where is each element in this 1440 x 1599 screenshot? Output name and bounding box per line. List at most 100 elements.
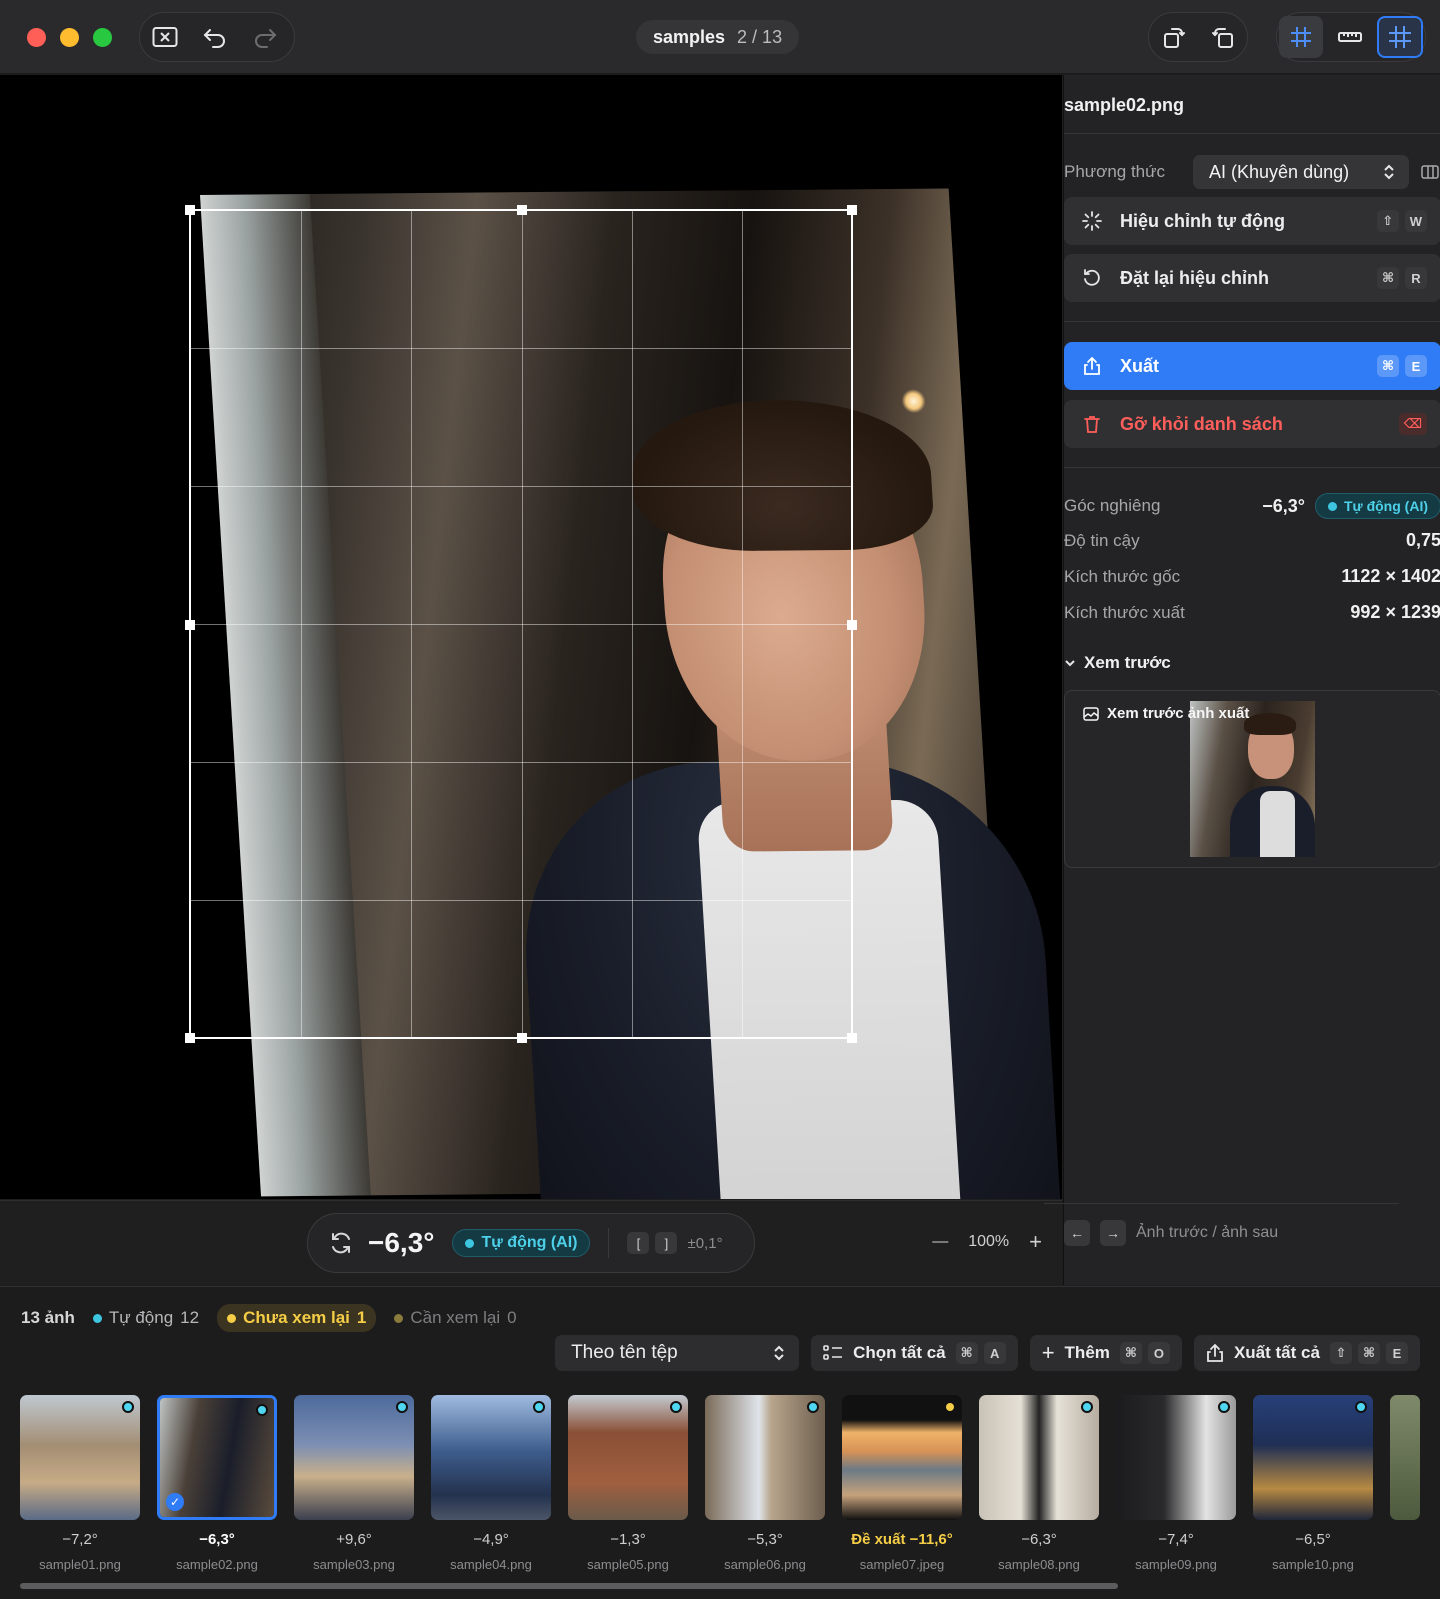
filmstrip-scrollbar[interactable] xyxy=(20,1583,1118,1589)
thumbnail-8[interactable] xyxy=(979,1395,1099,1520)
method-select[interactable]: AI (Khuyên dùng) xyxy=(1193,155,1410,189)
thumbnail-11[interactable] xyxy=(1390,1395,1420,1520)
crop-handle-bottom[interactable] xyxy=(517,1033,527,1043)
inspector-panel: sample02.png Phương thức AI (Khuyên dùng… xyxy=(1044,75,1440,1285)
plus-icon: + xyxy=(1041,1340,1055,1365)
select-all-button[interactable]: Chọn tất cả ⌘ A xyxy=(811,1335,1018,1371)
zoom-control: — 100% + xyxy=(932,1229,1042,1255)
sort-select[interactable]: Theo tên tệp xyxy=(555,1335,800,1371)
ruler-button[interactable] xyxy=(1323,12,1377,62)
panel-columns-icon[interactable] xyxy=(1421,163,1439,181)
refresh-icon xyxy=(332,1232,350,1254)
thumbnail-9[interactable] xyxy=(1116,1395,1236,1520)
thumbnail-2[interactable]: ✓ xyxy=(157,1395,277,1520)
redo-icon xyxy=(255,29,277,48)
output-size-value: 992 × 1239 xyxy=(1350,602,1440,622)
crop-grid-icon xyxy=(1291,27,1311,47)
image-total: 13 ảnh xyxy=(21,1308,75,1327)
filmstrip-panel: 13 ảnh Tự động 12 Chưa xem lại 1 Cần xem l… xyxy=(0,1286,1440,1599)
unreviewed-filter[interactable]: Chưa xem lại 1 xyxy=(217,1304,377,1332)
crop-handle-bottom-left[interactable] xyxy=(185,1033,195,1043)
zoom-out-button[interactable]: — xyxy=(932,1233,948,1251)
tilt-row: Góc nghiêng −6,3° Tự động (AI) xyxy=(1064,493,1440,519)
crop-handle-right[interactable] xyxy=(847,620,857,630)
export-button[interactable]: Xuất ⌘ E xyxy=(1064,342,1440,390)
crop-handle-top-right[interactable] xyxy=(847,205,857,215)
checkmark-icon: ✓ xyxy=(166,1493,184,1511)
thumbnail-strip[interactable]: −7,2° sample01.png ✓ −6,3° sample02.png … xyxy=(20,1395,1440,1575)
thumbnail-angle: −1,3° xyxy=(610,1531,646,1548)
undo-button[interactable] xyxy=(190,12,240,62)
reset-correction-button[interactable]: Đặt lại hiệu chỉnh ⌘ R xyxy=(1064,254,1440,302)
thumbnail-10[interactable] xyxy=(1253,1395,1373,1520)
needs-review-filter[interactable]: Cần xem lại 0 xyxy=(394,1308,517,1328)
status-dot xyxy=(670,1401,682,1413)
thumbnail-5[interactable] xyxy=(568,1395,688,1520)
thumbnail-name: sample08.png xyxy=(998,1557,1080,1572)
status-dot xyxy=(396,1401,408,1413)
add-images-button[interactable]: + Thêm ⌘ O xyxy=(1029,1335,1182,1371)
image-counter: 2 / 13 xyxy=(737,26,783,47)
arrow-right-icon[interactable]: → xyxy=(1100,1220,1126,1246)
crop-frame[interactable] xyxy=(185,205,857,1043)
redo-button[interactable] xyxy=(240,12,290,62)
thumbnail-3[interactable] xyxy=(294,1395,414,1520)
arrow-left-icon[interactable]: ← xyxy=(1064,1220,1090,1246)
minimize-window-button[interactable] xyxy=(60,28,79,47)
confidence-value: 0,75 xyxy=(1405,530,1440,550)
thumbnail-name: sample09.png xyxy=(1135,1557,1217,1572)
crop-handle-bottom-right[interactable] xyxy=(847,1033,857,1043)
thumbnail-6[interactable] xyxy=(705,1395,825,1520)
rotate-right-button[interactable] xyxy=(1198,12,1247,62)
crop-handle-top[interactable] xyxy=(517,205,527,215)
rotate-toolbar xyxy=(1148,12,1248,62)
status-dot xyxy=(1081,1401,1093,1413)
status-dot xyxy=(122,1401,134,1413)
close-window-button[interactable] xyxy=(27,28,46,47)
delete-key-icon: ⌫ xyxy=(1398,413,1427,435)
original-size-value: 1122 × 1402 xyxy=(1341,566,1440,586)
angle-control: −6,3° Tự động (AI) [ ] ±0,1° xyxy=(307,1213,755,1273)
status-dot xyxy=(1218,1401,1230,1413)
undo-icon xyxy=(203,29,225,48)
thumbnail-angle: −5,3° xyxy=(747,1531,783,1548)
crop-handle-left[interactable] xyxy=(185,620,195,630)
angle-value[interactable]: −6,3° xyxy=(368,1227,434,1259)
sparkle-icon xyxy=(1080,209,1104,233)
method-row: Phương thức AI (Khuyên dùng) xyxy=(1064,155,1440,189)
rotate-left-button[interactable] xyxy=(1149,12,1198,62)
thumbnail-4[interactable] xyxy=(431,1395,551,1520)
crop-grid-button[interactable] xyxy=(1279,16,1323,58)
zoom-window-button[interactable] xyxy=(93,28,112,47)
nudge-left-key[interactable]: [ xyxy=(627,1232,650,1254)
close-file-button[interactable] xyxy=(140,12,190,62)
thumbnail-7[interactable] xyxy=(842,1395,962,1520)
status-dot xyxy=(807,1401,819,1413)
image-canvas[interactable] xyxy=(0,75,1062,1199)
zoom-in-button[interactable]: + xyxy=(1029,1229,1042,1255)
auto-filter[interactable]: Tự động 12 xyxy=(92,1308,199,1328)
remove-from-list-button[interactable]: Gỡ khỏi danh sách ⌫ xyxy=(1064,400,1440,448)
grid-overlay-button[interactable] xyxy=(1377,16,1423,58)
thumbnail-1[interactable] xyxy=(20,1395,140,1520)
export-all-button[interactable]: Xuất tất cả ⇧ ⌘ E xyxy=(1193,1335,1420,1371)
view-mode-toolbar xyxy=(1276,12,1426,62)
reset-angle-button[interactable] xyxy=(328,1230,354,1256)
original-size-row: Kích thước gốc 1122 × 1402 xyxy=(1064,566,1440,586)
auto-correct-button[interactable]: Hiệu chỉnh tự động ⇧ W xyxy=(1064,197,1440,245)
tilt-mode-badge: Tự động (AI) xyxy=(1315,493,1440,519)
thumbnail-name: sample02.png xyxy=(176,1557,258,1572)
preview-section-toggle[interactable]: Xem trước xyxy=(1064,653,1171,673)
thumbnail-name: sample03.png xyxy=(313,1557,395,1572)
status-dot xyxy=(533,1401,545,1413)
chevron-updown-icon xyxy=(774,1345,784,1361)
title-bar: samples 2 / 13 xyxy=(0,0,1440,74)
export-preview: Xem trước ảnh xuất xyxy=(1064,690,1440,868)
thumbnail-name: sample04.png xyxy=(450,1557,532,1572)
status-summary: 13 ảnh Tự động 12 Chưa xem lại 1 Cần xem l… xyxy=(21,1304,517,1332)
thumbnail-name: sample01.png xyxy=(39,1557,121,1572)
zoom-level[interactable]: 100% xyxy=(968,1233,1009,1251)
nudge-right-key[interactable]: ] xyxy=(655,1232,678,1254)
crop-handle-top-left[interactable] xyxy=(185,205,195,215)
trash-icon xyxy=(1080,412,1104,436)
